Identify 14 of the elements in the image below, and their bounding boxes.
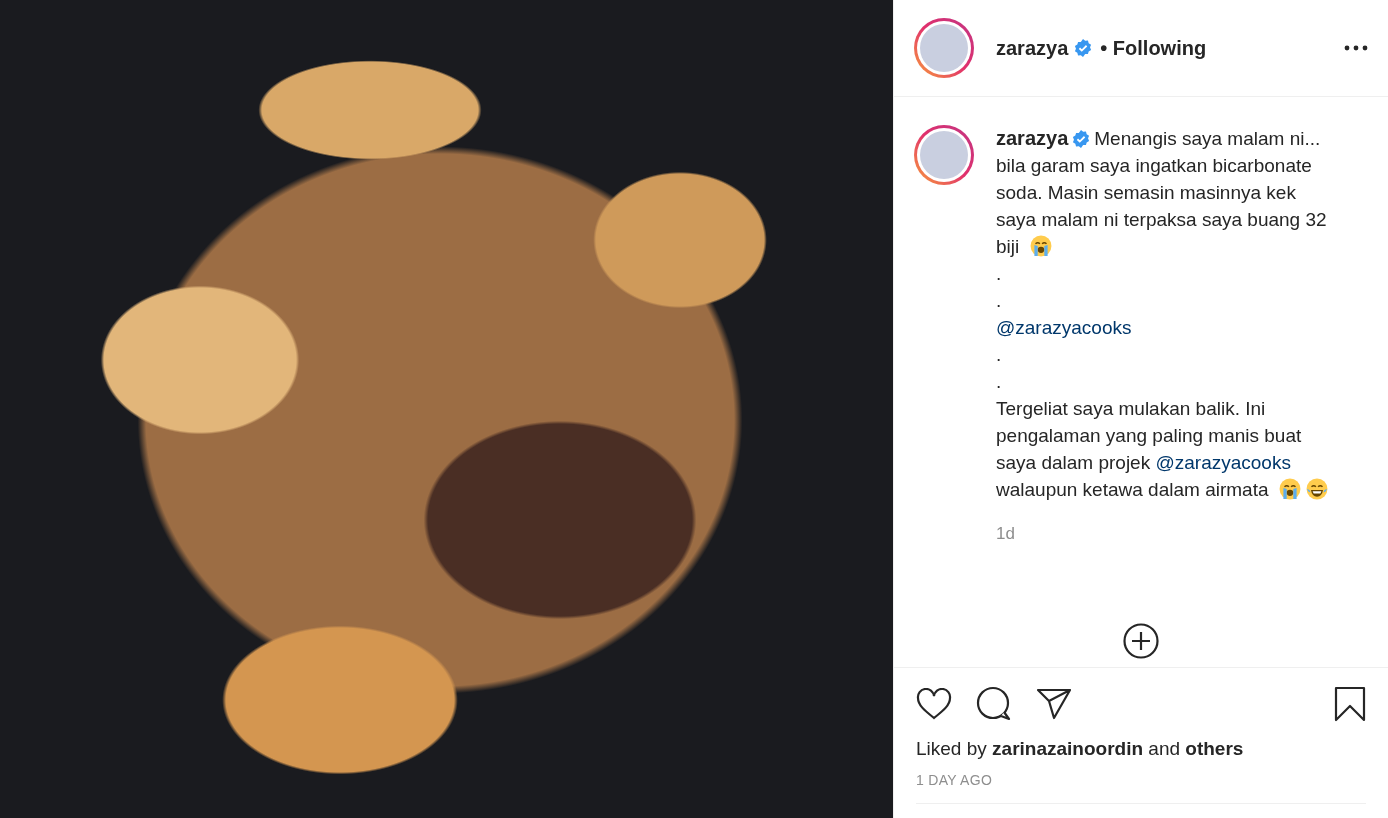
caption-text: . (996, 370, 1003, 394)
post-time: 1d (996, 523, 1015, 545)
username-link[interactable]: zarazya (996, 36, 1069, 60)
username-link[interactable]: zarazya (996, 127, 1069, 149)
caption-text: . (996, 262, 1003, 286)
following-button[interactable]: • Following (1100, 36, 1207, 60)
caption-text: Tergeliat saya mulakan balik. Ini pengalaman yang paling manis buat saya dalam projek @zarazyacooks walaupun ketawa dalam airmata (996, 395, 1334, 503)
caption-text: zarazya Menangis saya malam ni... bila garam saya ingatkan bicarbonate soda. Masin semasin masinnya kek saya malam ni terpaksa saya buang 32 biji (996, 126, 1328, 259)
mention-link[interactable]: @zarazyacooks (1155, 452, 1291, 473)
post-date: 1 DAY AGO (916, 772, 993, 788)
likes-text: Liked by zarinazainoordin and others (916, 738, 1245, 760)
caption-text: . (996, 289, 1003, 313)
caption-text: . (996, 343, 1003, 367)
mention-link[interactable]: @zarazyacooks (996, 317, 1132, 338)
